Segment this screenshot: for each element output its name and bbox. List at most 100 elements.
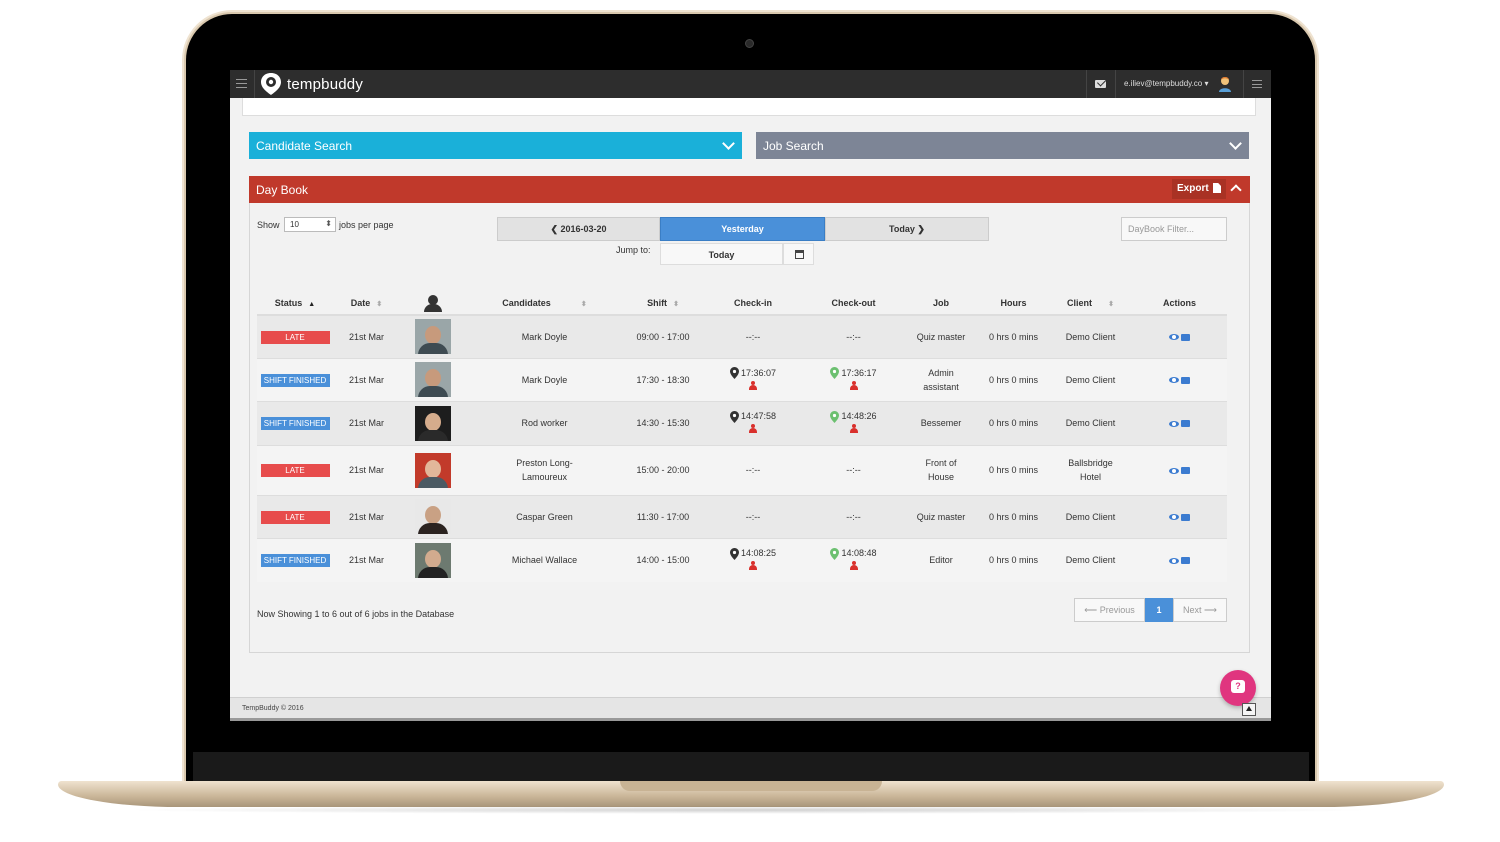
shift-cell: 09:00 - 17:00: [623, 314, 703, 358]
daybook-panel: Day Book Export Show 10 jobs per page ❮ …: [249, 176, 1250, 653]
table-row[interactable]: SHIFT FINISHED 21st Mar Michael Wallace …: [257, 537, 1227, 582]
job-cell: Bessemer: [904, 400, 978, 445]
next-label: Next: [1183, 605, 1202, 615]
column-header-shift[interactable]: Shift ⬍: [623, 291, 703, 316]
app-screen: tempbuddy e.iliev@tempbuddy.co ▾ Candida…: [230, 70, 1271, 721]
date-cell: 21st Mar: [333, 494, 400, 538]
candidate-avatar[interactable]: [415, 452, 451, 488]
column-label: Candidates: [502, 297, 551, 308]
daybook-header: Day Book Export: [249, 176, 1250, 203]
candidate-avatar[interactable]: [415, 542, 451, 578]
export-button[interactable]: Export: [1172, 179, 1226, 199]
eye-icon[interactable]: [1169, 514, 1179, 521]
tempbuddy-logo-icon: [261, 73, 281, 95]
hours-cell: 0 hrs 0 mins: [978, 400, 1049, 445]
envelope-icon[interactable]: [1181, 557, 1190, 565]
candidate-name[interactable]: Michael Wallace: [466, 537, 623, 582]
person-icon: [749, 561, 757, 571]
person-icon: [849, 424, 858, 433]
chevron-up-icon[interactable]: [1230, 184, 1242, 196]
laptop-chin: [193, 752, 1309, 782]
file-icon: [1213, 183, 1221, 193]
table-row[interactable]: LATE 21st Mar Mark Doyle 09:00 - 17:00 -…: [257, 314, 1227, 358]
map-pin-icon[interactable]: [729, 410, 739, 423]
screen-bottom-edge: [230, 718, 1271, 721]
candidate-search-bar[interactable]: Candidate Search: [249, 132, 742, 159]
daybook-title: Day Book: [256, 183, 309, 197]
today-button[interactable]: Today ❯: [825, 217, 989, 241]
table-row[interactable]: LATE 21st Mar Preston Long-Lamoureux 15:…: [257, 444, 1227, 495]
checkout-cell: 17:36:17: [803, 357, 904, 401]
pagination-previous-button[interactable]: ⟵ Previous: [1074, 598, 1145, 622]
envelope-icon[interactable]: [1181, 513, 1190, 521]
pagination: ⟵ Previous 1 Next ⟶: [1074, 598, 1227, 622]
job-search-label: Job Search: [763, 139, 824, 153]
map-pin-icon[interactable]: [830, 410, 840, 423]
user-avatar-icon[interactable]: [1218, 76, 1232, 92]
envelope-icon[interactable]: [1095, 80, 1106, 88]
scroll-to-top-button[interactable]: [1242, 703, 1256, 716]
top-navbar: tempbuddy e.iliev@tempbuddy.co ▾: [230, 70, 1271, 98]
candidate-avatar[interactable]: [415, 499, 451, 534]
shift-cell: 14:30 - 15:30: [623, 400, 703, 445]
candidate-name[interactable]: Mark Doyle: [466, 357, 623, 401]
table-row[interactable]: LATE 21st Mar Caspar Green 11:30 - 17:00…: [257, 494, 1227, 538]
column-header-checkin: Check-in: [703, 291, 803, 316]
job-cell: Front of House: [925, 458, 957, 482]
hours-cell: 0 hrs 0 mins: [978, 537, 1049, 582]
candidate-avatar[interactable]: [415, 362, 451, 397]
map-pin-icon[interactable]: [729, 367, 739, 380]
envelope-icon[interactable]: [1181, 420, 1190, 428]
eye-icon[interactable]: [1169, 334, 1179, 341]
eye-icon[interactable]: [1169, 467, 1179, 474]
candidate-avatar[interactable]: [415, 405, 451, 441]
previous-day-button[interactable]: ❮ 2016-03-20: [497, 217, 660, 241]
pagination-next-button[interactable]: Next ⟶: [1173, 598, 1227, 622]
candidate-name[interactable]: Rod worker: [466, 400, 623, 445]
yesterday-button[interactable]: Yesterday: [660, 217, 825, 241]
pagination-page-button[interactable]: 1: [1145, 598, 1173, 622]
envelope-icon[interactable]: [1181, 376, 1190, 384]
job-cell: Quiz master: [904, 494, 978, 538]
job-search-bar[interactable]: Job Search: [756, 132, 1249, 159]
column-header-candidates[interactable]: Candidates ⬍: [466, 291, 623, 316]
checkin-cell: --:--: [703, 314, 803, 358]
table-row[interactable]: SHIFT FINISHED 21st Mar Mark Doyle 17:30…: [257, 357, 1227, 401]
laptop-shadow: [120, 806, 1380, 814]
envelope-icon[interactable]: [1181, 467, 1190, 475]
laptop-camera: [745, 39, 754, 48]
help-chat-button[interactable]: ?: [1220, 670, 1256, 706]
candidate-avatar[interactable]: [415, 319, 451, 355]
brand-name[interactable]: tempbuddy: [287, 76, 363, 93]
map-pin-icon[interactable]: [830, 367, 840, 380]
column-label: Shift: [647, 297, 668, 308]
column-header-status[interactable]: Status ▲: [257, 291, 333, 316]
eye-icon[interactable]: [1169, 420, 1179, 427]
hamburger-menu-icon[interactable]: [236, 79, 247, 88]
map-pin-icon[interactable]: [830, 547, 840, 560]
candidate-name[interactable]: Preston Long-Lamoureux: [510, 456, 580, 484]
eye-icon[interactable]: [1169, 377, 1179, 384]
candidate-name[interactable]: Caspar Green: [466, 494, 623, 538]
calendar-button[interactable]: [783, 243, 814, 265]
right-menu-icon[interactable]: [1252, 80, 1262, 88]
candidate-search-label: Candidate Search: [256, 139, 353, 153]
per-page-label: jobs per page: [339, 220, 394, 230]
table-row[interactable]: SHIFT FINISHED 21st Mar Rod worker 14:30…: [257, 400, 1227, 445]
per-page-select[interactable]: 10: [284, 217, 336, 232]
checkout-cell: --:--: [803, 314, 904, 358]
shift-cell: 14:00 - 15:00: [623, 537, 703, 582]
user-email-dropdown[interactable]: e.iliev@tempbuddy.co ▾: [1124, 79, 1208, 88]
previous-label: Previous: [1099, 605, 1135, 615]
daybook-filter-input[interactable]: DayBook Filter...: [1121, 217, 1227, 241]
column-header-date[interactable]: Date ⬍: [333, 291, 400, 316]
jump-to-input[interactable]: Today: [660, 243, 783, 265]
sort-icon: ⬍: [580, 300, 587, 308]
date-cell: 21st Mar: [333, 400, 400, 445]
column-header-client[interactable]: Client ⬍: [1049, 291, 1132, 316]
map-pin-icon[interactable]: [729, 547, 739, 560]
shift-cell: 17:30 - 18:30: [623, 357, 703, 401]
envelope-icon[interactable]: [1181, 333, 1190, 341]
eye-icon[interactable]: [1169, 557, 1179, 564]
candidate-name[interactable]: Mark Doyle: [466, 314, 623, 358]
